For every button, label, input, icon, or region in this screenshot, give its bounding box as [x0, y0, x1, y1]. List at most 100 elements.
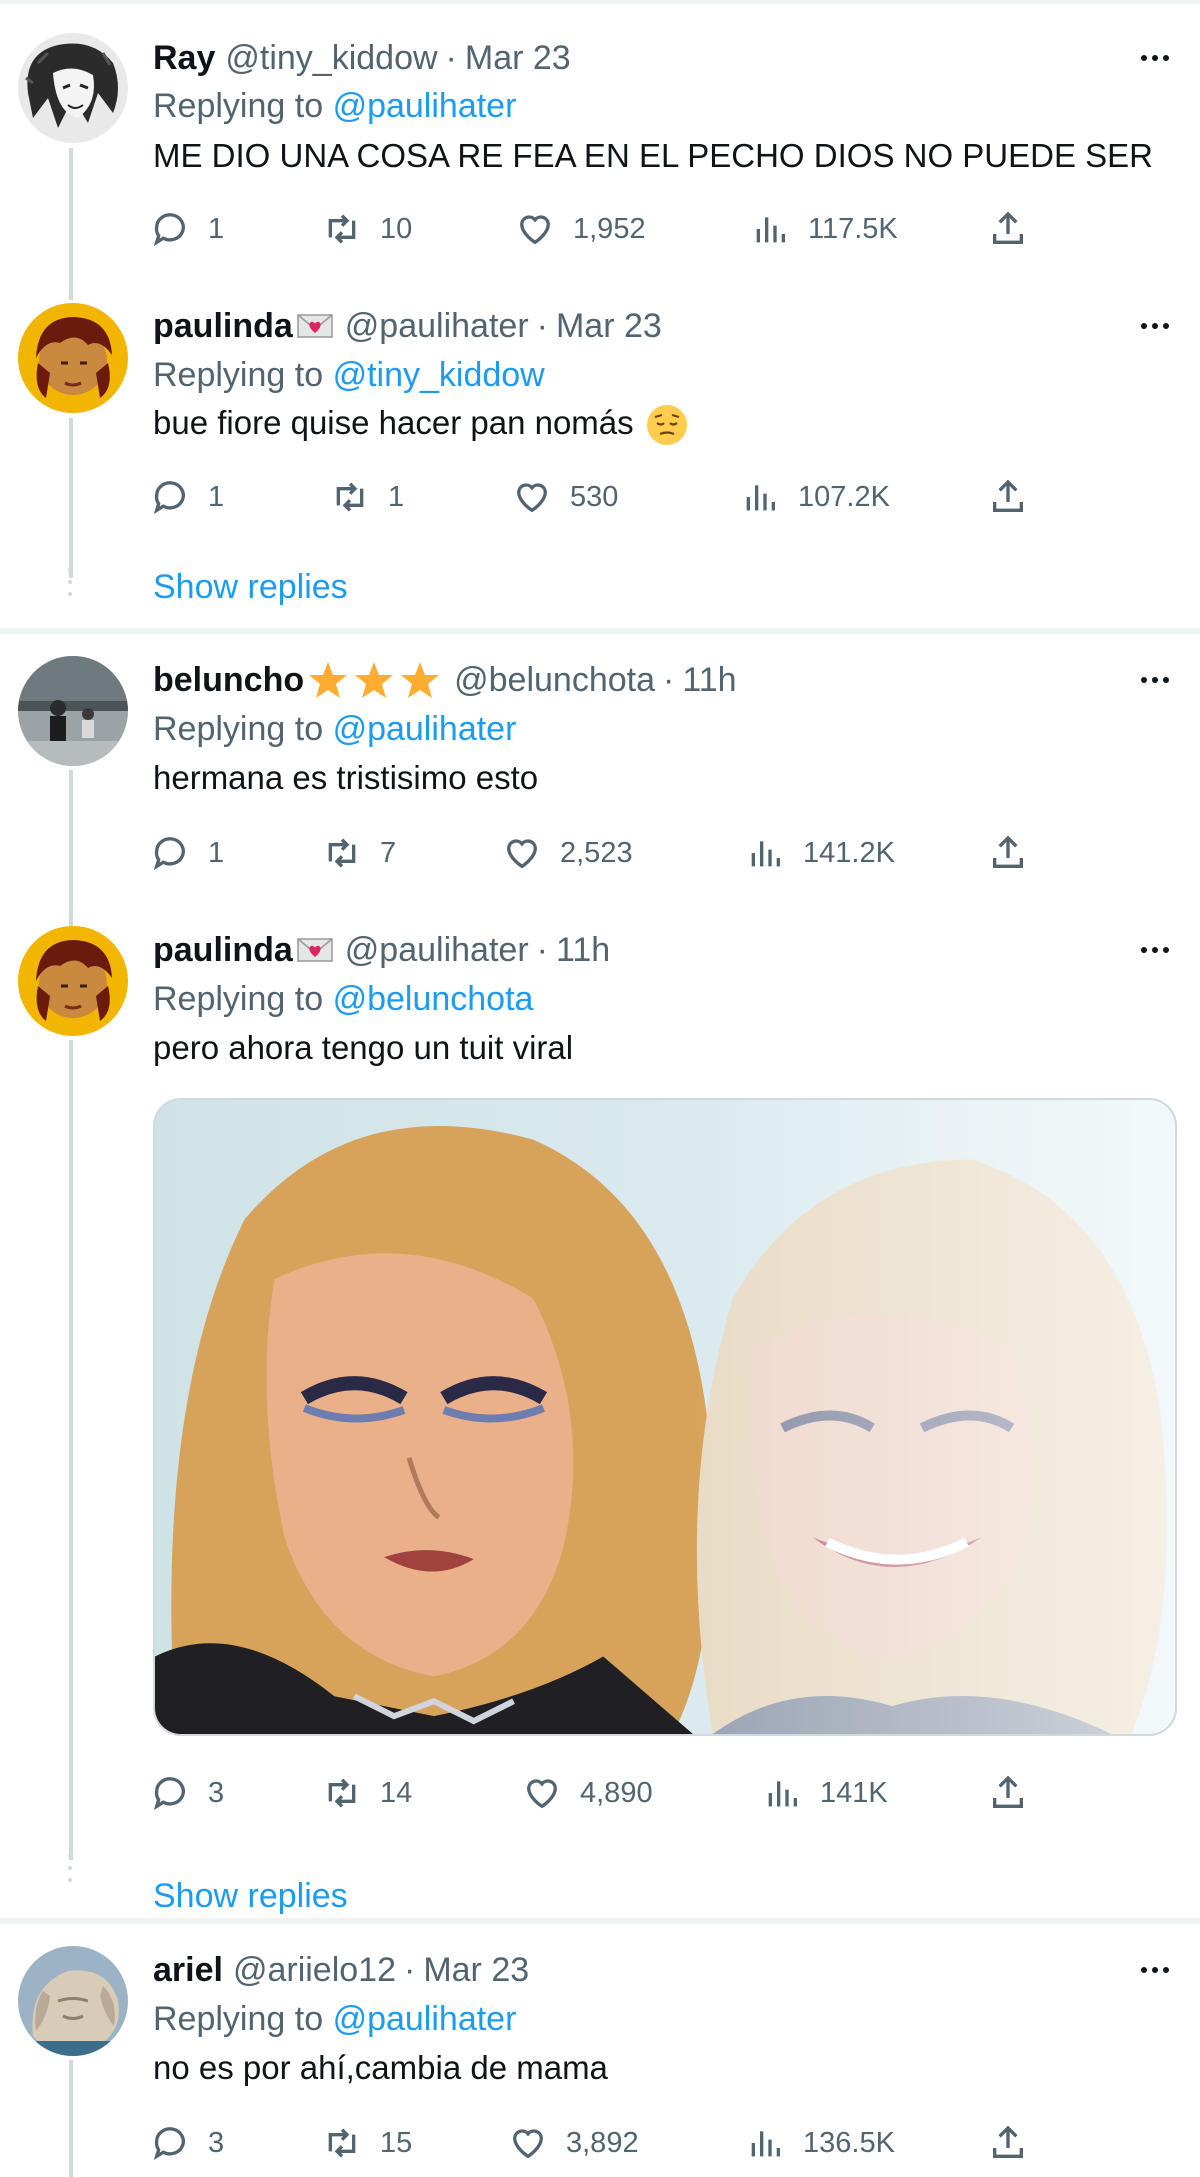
views-button[interactable]: 107.2K: [740, 474, 890, 520]
retweet-icon: [328, 2128, 356, 2158]
retweet-button[interactable]: 14: [322, 1770, 412, 1816]
mention-link[interactable]: @paulihater: [333, 710, 517, 748]
avatar[interactable]: [18, 33, 128, 143]
share-button[interactable]: [988, 206, 1046, 252]
share-button[interactable]: [988, 474, 1046, 520]
views-button[interactable]: 141K: [762, 1770, 888, 1816]
user-handle[interactable]: @tiny_kiddow: [225, 39, 437, 78]
display-name[interactable]: Ray: [153, 39, 215, 78]
like-button[interactable]: 1,952: [515, 206, 646, 252]
more-options-icon[interactable]: [1135, 38, 1175, 78]
like-button[interactable]: 2,523: [502, 830, 633, 876]
timestamp[interactable]: Mar 23: [423, 1951, 529, 1990]
tweet-paulinda-2[interactable]: paulinda @paulihater · 11h Replying to @…: [0, 904, 1200, 1916]
timestamp[interactable]: Mar 23: [556, 307, 662, 346]
views-button[interactable]: 141.2K: [745, 830, 895, 876]
share-button[interactable]: [988, 1770, 1046, 1816]
reply-button[interactable]: 1: [150, 206, 224, 252]
user-handle[interactable]: @paulihater: [345, 931, 529, 970]
tweet-text: ME DIO UNA COSA RE FEA EN EL PECHO DIOS …: [153, 137, 1154, 174]
show-replies-link[interactable]: Show replies: [153, 1876, 348, 1916]
red-hair-portrait-avatar-icon: [18, 303, 128, 413]
tweet-header: beluncho @belunchota · 11h: [153, 660, 737, 700]
blonde-woman-sad-happy-meme-image-icon: [155, 1100, 1175, 1734]
tweet-ray[interactable]: Ray @tiny_kiddow · Mar 23 Replying to @p…: [0, 0, 1200, 270]
heart-icon: [516, 483, 548, 513]
retweet-button[interactable]: 1: [330, 474, 404, 520]
avatar[interactable]: [18, 926, 128, 1036]
view-count: 136.5K: [803, 2126, 895, 2159]
view-count: 107.2K: [798, 480, 890, 513]
tweet-text: bue fiore quise hacer pan nomás: [153, 403, 689, 446]
thread-line: [69, 770, 73, 904]
like-count: 1,952: [573, 212, 646, 245]
mention-link[interactable]: @paulihater: [333, 87, 517, 125]
thread-dots: [68, 568, 74, 604]
replying-to: Replying to @paulihater: [153, 1999, 516, 2039]
avatar[interactable]: [18, 303, 128, 413]
views-icon: [756, 217, 785, 243]
avatar[interactable]: [18, 1946, 128, 2056]
more-options-icon[interactable]: [1135, 930, 1175, 970]
timestamp[interactable]: 11h: [682, 661, 736, 700]
dog-sculpture-avatar-icon: [18, 1946, 128, 2056]
share-icon: [993, 835, 1023, 868]
replying-prefix: Replying to: [153, 87, 324, 125]
avatar[interactable]: [18, 656, 128, 766]
like-button[interactable]: 530: [512, 474, 618, 520]
tweet-header: Ray @tiny_kiddow · Mar 23: [153, 38, 571, 78]
show-replies-link[interactable]: Show replies: [153, 567, 348, 607]
reply-button[interactable]: 3: [150, 2120, 224, 2166]
reply-count: 3: [208, 2126, 225, 2159]
retweet-button[interactable]: 7: [322, 830, 396, 876]
like-count: 3,892: [566, 2126, 639, 2159]
mention-link[interactable]: @tiny_kiddow: [333, 356, 545, 394]
retweet-button[interactable]: 15: [322, 2120, 412, 2166]
replying-to: Replying to @belunchota: [153, 979, 533, 1019]
action-bar: 1 7 2,523 141.2K: [150, 830, 1050, 876]
user-handle[interactable]: @paulihater: [345, 307, 529, 346]
love-letter-emoji-icon: [295, 933, 335, 967]
views-icon: [751, 2131, 780, 2157]
views-icon: [751, 841, 780, 867]
reply-button[interactable]: 1: [150, 830, 224, 876]
retweet-count: 1: [388, 480, 405, 513]
user-handle[interactable]: @belunchota: [454, 661, 655, 700]
retweet-icon: [328, 838, 356, 868]
thread-line: [69, 418, 73, 578]
share-icon: [993, 479, 1023, 512]
separator-dot: ·: [445, 38, 457, 77]
timestamp[interactable]: 11h: [556, 931, 610, 970]
share-button[interactable]: [988, 2120, 1046, 2166]
like-button[interactable]: 3,892: [508, 2120, 639, 2166]
reply-button[interactable]: 3: [150, 1770, 224, 1816]
display-name[interactable]: ariel: [153, 1951, 223, 1990]
thread-dots: [68, 1854, 74, 1890]
thread-line: [69, 2060, 73, 2177]
tweet-beluncho[interactable]: beluncho @belunchota · 11h Replying to @…: [0, 634, 1200, 904]
reply-button[interactable]: 1: [150, 474, 224, 520]
views-icon: [746, 485, 775, 511]
like-count: 530: [570, 480, 619, 513]
user-handle[interactable]: @ariielo12: [233, 1951, 396, 1990]
like-button[interactable]: 4,890: [522, 1770, 653, 1816]
replying-prefix: Replying to: [153, 710, 324, 748]
mention-link[interactable]: @paulihater: [333, 2000, 517, 2038]
action-bar: 3 14 4,890 141K: [150, 1770, 1050, 1816]
more-options-icon[interactable]: [1135, 306, 1175, 346]
views-button[interactable]: 117.5K: [750, 206, 898, 252]
more-options-icon[interactable]: [1135, 1950, 1175, 1990]
tweet-ariel[interactable]: ariel @ariielo12 · Mar 23 Replying to @p…: [0, 1924, 1200, 2177]
display-name[interactable]: paulinda: [153, 307, 293, 346]
display-name[interactable]: beluncho: [153, 661, 304, 700]
display-name[interactable]: paulinda: [153, 931, 293, 970]
tweet-paulinda-1[interactable]: paulinda @paulihater · Mar 23 Replying t…: [0, 270, 1200, 630]
views-button[interactable]: 136.5K: [745, 2120, 895, 2166]
share-button[interactable]: [988, 830, 1046, 876]
tweet-media-image[interactable]: [153, 1098, 1177, 1736]
timestamp[interactable]: Mar 23: [465, 39, 571, 78]
replying-to: Replying to @paulihater: [153, 709, 516, 749]
more-options-icon[interactable]: [1135, 660, 1175, 700]
retweet-button[interactable]: 10: [322, 206, 412, 252]
mention-link[interactable]: @belunchota: [333, 980, 534, 1018]
